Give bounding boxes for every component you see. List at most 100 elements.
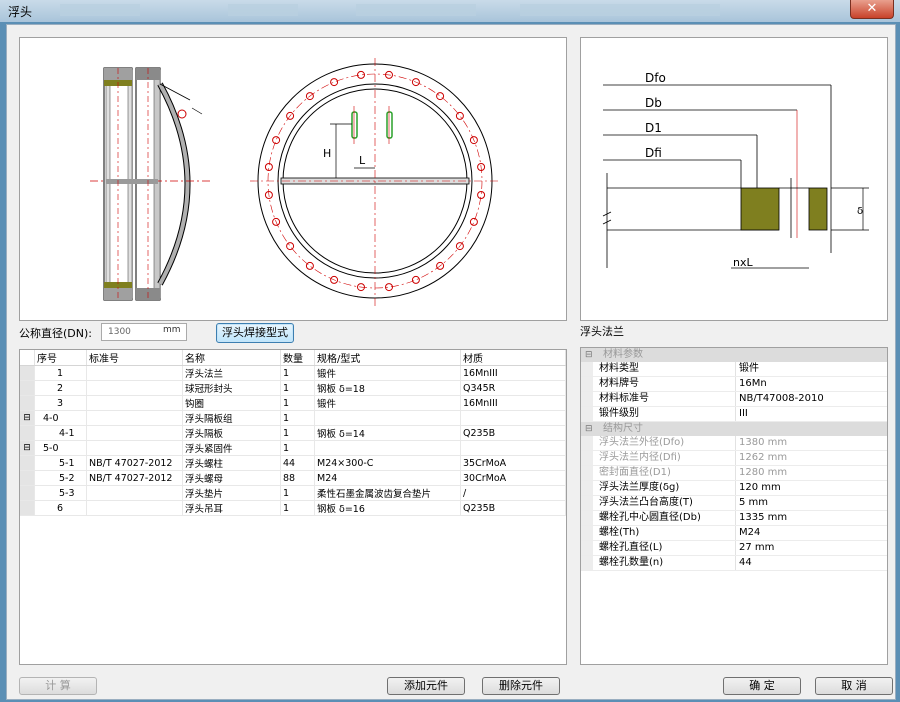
property-row-gutter	[581, 481, 593, 495]
property-row[interactable]: 锻件级别 III	[581, 407, 887, 422]
row-toggle	[20, 395, 35, 411]
property-group-header[interactable]: ⊟ 材料参数	[581, 348, 887, 362]
row-qty: 88	[280, 470, 315, 486]
row-toggle	[20, 470, 35, 486]
add-component-button[interactable]: 添加元件	[387, 677, 465, 695]
property-divider	[735, 556, 736, 570]
d1-label: D1	[645, 121, 662, 135]
property-row: 密封面直径(D1) 1280 mm	[581, 466, 887, 481]
column-header[interactable]: 规格/型式	[314, 350, 461, 366]
row-toggle[interactable]: ⊟	[20, 410, 35, 426]
table-row[interactable]: 5-2 NB/T 47027-2012 浮头螺母 88 M24 30CrMoA	[20, 470, 566, 486]
collapse-icon[interactable]: ⊟	[585, 348, 593, 362]
dfi-label: Dfi	[645, 146, 662, 160]
property-name: 螺栓孔数量(n)	[599, 557, 664, 568]
property-row[interactable]: 螺栓孔数量(n) 44	[581, 556, 887, 571]
column-header[interactable]: 名称	[182, 350, 281, 366]
column-header[interactable]: 材质	[460, 350, 566, 366]
column-header[interactable]: 标准号	[86, 350, 183, 366]
row-material: 16MnIII	[460, 395, 566, 411]
property-row[interactable]: 浮头法兰厚度(δg) 120 mm	[581, 481, 887, 496]
row-seq: 5-0	[34, 440, 87, 456]
property-row[interactable]: 材料类型 锻件	[581, 362, 887, 377]
property-row-gutter	[581, 466, 593, 480]
property-row[interactable]: 浮头法兰凸台高度(T) 5 mm	[581, 496, 887, 511]
property-value[interactable]: NB/T47008-2010	[739, 392, 824, 406]
property-name: 材料标准号	[599, 393, 649, 404]
dim-h-label: H	[323, 147, 331, 160]
property-value[interactable]: 16Mn	[739, 377, 767, 391]
table-row[interactable]: 6 浮头吊耳 1 钢板 δ=16 Q235B	[20, 500, 566, 516]
column-header[interactable]: 数量	[280, 350, 315, 366]
bolt-hole	[469, 217, 478, 226]
row-toggle	[20, 455, 35, 471]
table-row[interactable]: ⊟ 4-0 浮头隔板组 1	[20, 410, 566, 426]
close-button[interactable]: ✕	[850, 0, 894, 19]
row-name: 浮头垫片	[182, 485, 281, 501]
column-header[interactable]: 序号	[34, 350, 87, 366]
row-toggle	[20, 500, 35, 516]
table-row[interactable]: 1 浮头法兰 1 锻件 16MnIII	[20, 365, 566, 381]
row-spec: M24×300-C	[314, 455, 461, 471]
components-table-body: 1 浮头法兰 1 锻件 16MnIII 2 球冠形封头 1 钢板 δ=18 Q345R 3 钩圈 1 锻件…	[20, 365, 566, 516]
row-spec: M24	[314, 470, 461, 486]
property-row-gutter	[581, 362, 593, 376]
row-seq: 5-3	[34, 485, 87, 501]
delete-component-button[interactable]: 删除元件	[482, 677, 560, 695]
property-group-header[interactable]: ⊟ 结构尺寸	[581, 422, 887, 436]
property-value[interactable]: M24	[739, 526, 760, 540]
row-standard	[86, 365, 183, 381]
row-material: 35CrMoA	[460, 455, 566, 471]
row-standard: NB/T 47027-2012	[86, 455, 183, 471]
table-row[interactable]: 2 球冠形封头 1 钢板 δ=18 Q345R	[20, 380, 566, 396]
property-row-gutter	[581, 392, 593, 406]
row-name: 浮头隔板组	[182, 410, 281, 426]
property-row: 浮头法兰内径(Dfi) 1262 mm	[581, 451, 887, 466]
cancel-button[interactable]: 取 消	[815, 677, 893, 695]
calculate-button[interactable]: 计 算	[19, 677, 97, 695]
table-row[interactable]: 4-1 浮头隔板 1 钢板 δ=14 Q235B	[20, 425, 566, 441]
bolt-hole	[411, 275, 420, 284]
property-row-gutter	[581, 451, 593, 465]
property-row[interactable]: 螺栓(Th) M24	[581, 526, 887, 541]
title-bar-blur	[520, 4, 720, 16]
property-divider	[735, 451, 736, 465]
property-row[interactable]: 螺栓孔直径(L) 27 mm	[581, 541, 887, 556]
property-row[interactable]: 材料牌号 16Mn	[581, 377, 887, 392]
table-row[interactable]: 3 钩圈 1 锻件 16MnIII	[20, 395, 566, 411]
property-value[interactable]: 1335 mm	[739, 511, 787, 525]
bolt-hole	[272, 136, 281, 145]
property-row-gutter	[581, 511, 593, 525]
property-grid: ⊟ 材料参数 材料类型 锻件 材料牌号 16Mn 材料标准号 NB/T47008-2010 锻件…	[580, 347, 888, 665]
bolt-hole	[436, 92, 445, 101]
window-title: 浮头	[8, 5, 33, 19]
property-value[interactable]: 5 mm	[739, 496, 768, 510]
table-row[interactable]: 5-3 浮头垫片 1 柔性石墨金属波齿复合垫片 /	[20, 485, 566, 501]
property-value[interactable]: III	[739, 407, 748, 421]
row-standard	[86, 425, 183, 441]
weld-type-button[interactable]: 浮头焊接型式	[216, 323, 294, 343]
row-material: Q235B	[460, 425, 566, 441]
row-seq: 4-0	[34, 410, 87, 426]
row-name: 浮头螺柱	[182, 455, 281, 471]
bolt-hole	[330, 78, 339, 87]
property-value[interactable]: 120 mm	[739, 481, 781, 495]
row-toggle[interactable]: ⊟	[20, 440, 35, 456]
title-bar-blur	[228, 4, 298, 16]
property-value[interactable]: 锻件	[739, 362, 759, 376]
components-table: 序号 标准号 名称 数量 规格/型式 材质 1 浮头法兰 1 锻件 16MnIII 2 球冠…	[20, 350, 566, 516]
ok-button[interactable]: 确 定	[723, 677, 801, 695]
title-bar: 浮头 ✕	[0, 0, 900, 22]
row-seq: 4-1	[34, 425, 87, 441]
table-row[interactable]: 5-1 NB/T 47027-2012 浮头螺柱 44 M24×300-C 35CrMoA	[20, 455, 566, 471]
property-value[interactable]: 27 mm	[739, 541, 774, 555]
property-row: 浮头法兰外径(Dfo) 1380 mm	[581, 436, 887, 451]
property-row[interactable]: 螺栓孔中心圆直径(Db) 1335 mm	[581, 511, 887, 526]
table-header-row: 序号 标准号 名称 数量 规格/型式 材质	[20, 350, 566, 366]
property-row[interactable]: 材料标准号 NB/T47008-2010	[581, 392, 887, 407]
row-material: 30CrMoA	[460, 470, 566, 486]
table-row[interactable]: ⊟ 5-0 浮头紧固件 1	[20, 440, 566, 456]
property-group-title: 结构尺寸	[603, 423, 643, 434]
property-value[interactable]: 44	[739, 556, 752, 570]
collapse-icon[interactable]: ⊟	[585, 422, 593, 436]
